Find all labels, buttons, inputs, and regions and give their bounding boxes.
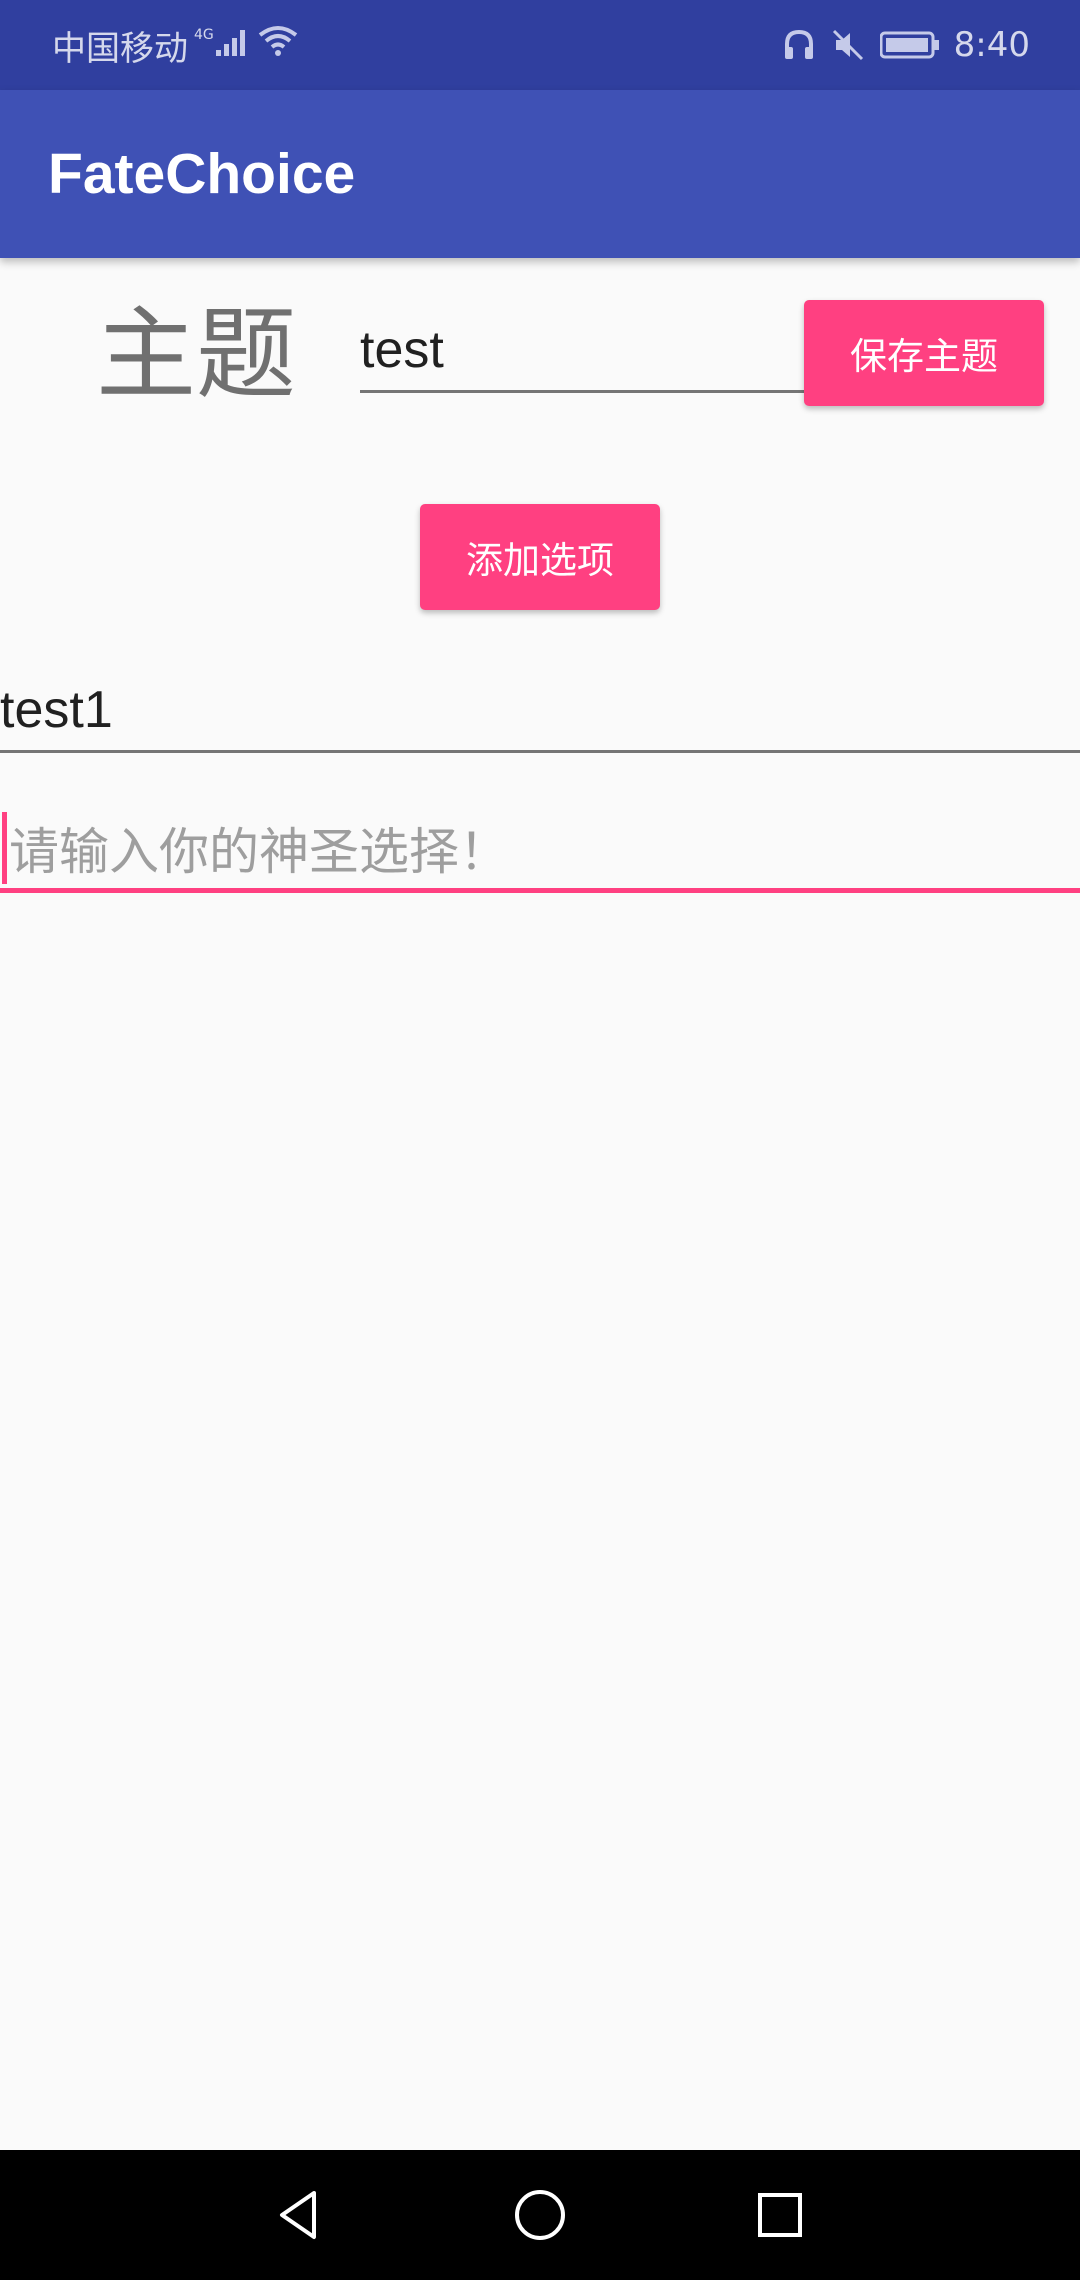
- option-field[interactable]: test1: [0, 670, 1080, 753]
- wifi-icon: [258, 25, 298, 66]
- home-icon[interactable]: [495, 2170, 585, 2260]
- status-right: 8:40: [782, 0, 1030, 90]
- signal-icon: [215, 25, 250, 65]
- navigation-bar: [0, 2150, 1080, 2280]
- clock: 8:40: [953, 25, 1030, 65]
- headset-icon: [784, 29, 813, 59]
- new-option-input[interactable]: 请输入你的神圣选择！: [0, 808, 1080, 893]
- recents-icon[interactable]: [735, 2170, 825, 2260]
- text-cursor: [2, 812, 7, 884]
- theme-label: 主题: [96, 296, 296, 413]
- back-icon[interactable]: [255, 2170, 345, 2260]
- option-value: test1: [0, 681, 113, 739]
- mute-icon: [832, 29, 863, 61]
- theme-input-value: test: [360, 321, 444, 379]
- new-option-placeholder: 请输入你的神圣选择！: [9, 823, 509, 881]
- status-bar: 中国移动 4G 8:40: [0, 0, 1080, 90]
- app-title: FateChoice: [48, 142, 356, 206]
- save-theme-button[interactable]: 保存主题: [804, 300, 1044, 406]
- status-left: 中国移动 4G: [52, 0, 298, 90]
- app-bar: FateChoice: [0, 90, 1080, 258]
- add-option-button[interactable]: 添加选项: [420, 504, 660, 610]
- battery-icon: [879, 31, 939, 59]
- network-type: 4G: [194, 27, 214, 43]
- theme-input[interactable]: test: [360, 310, 804, 393]
- carrier-name: 中国移动: [52, 28, 188, 69]
